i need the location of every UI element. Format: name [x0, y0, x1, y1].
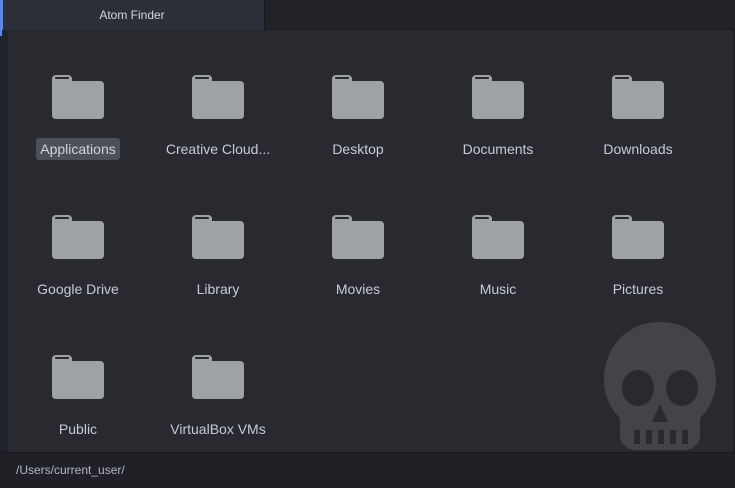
- focus-indicator: [0, 30, 2, 36]
- folder-icon: [52, 75, 104, 119]
- folder-icon: [192, 75, 244, 119]
- folder-icon: [192, 355, 244, 399]
- status-bar: /Users/current_user/: [0, 452, 735, 488]
- atom-finder-window: Atom Finder Applications Creative Cloud.…: [0, 0, 735, 488]
- folder-label: Music: [479, 281, 517, 297]
- folder-label: Downloads: [603, 141, 673, 157]
- folder-label: Creative Cloud...: [165, 141, 271, 157]
- folder-label: Google Drive: [37, 281, 119, 297]
- folder-icon: [332, 75, 384, 119]
- folder-icon: [332, 215, 384, 259]
- folder-icon: [612, 215, 664, 259]
- folder-icon: [472, 215, 524, 259]
- folder-icon: [472, 75, 524, 119]
- folder-item-library[interactable]: Library: [148, 170, 288, 310]
- folder-item-movies[interactable]: Movies: [288, 170, 428, 310]
- skull-icon: [604, 322, 716, 450]
- folder-item-pictures[interactable]: Pictures: [568, 170, 708, 310]
- folder-label: Movies: [335, 281, 381, 297]
- folder-icon: [52, 215, 104, 259]
- folder-label: Desktop: [332, 141, 384, 157]
- folder-label: VirtualBox VMs: [170, 421, 266, 437]
- tab-atom-finder[interactable]: Atom Finder: [0, 0, 265, 30]
- folder-icon: [192, 215, 244, 259]
- current-path: /Users/current_user/: [16, 463, 125, 477]
- folder-item-documents[interactable]: Documents: [428, 30, 568, 170]
- folder-icon: [612, 75, 664, 119]
- folder-item-music[interactable]: Music: [428, 170, 568, 310]
- folder-label: Documents: [462, 141, 534, 157]
- folder-item-downloads[interactable]: Downloads: [568, 30, 708, 170]
- folder-item-google-drive[interactable]: Google Drive: [8, 170, 148, 310]
- folder-item-virtualbox-vms[interactable]: VirtualBox VMs: [148, 310, 288, 450]
- folder-item-public[interactable]: Public: [8, 310, 148, 450]
- tab-bar: Atom Finder: [0, 0, 735, 30]
- folder-item-desktop[interactable]: Desktop: [288, 30, 428, 170]
- folder-icon: [52, 355, 104, 399]
- folder-label: Library: [196, 281, 240, 297]
- folder-label: Pictures: [612, 281, 664, 297]
- folder-label: Public: [58, 421, 98, 437]
- folder-item-applications[interactable]: Applications: [8, 30, 148, 170]
- left-gutter: [0, 30, 8, 452]
- tab-title: Atom Finder: [99, 8, 165, 22]
- active-tab-indicator: [0, 0, 3, 30]
- finder-panel: Applications Creative Cloud... Desktop D…: [8, 30, 735, 452]
- folder-item-creative-cloud[interactable]: Creative Cloud...: [148, 30, 288, 170]
- folder-label: Applications: [36, 138, 120, 160]
